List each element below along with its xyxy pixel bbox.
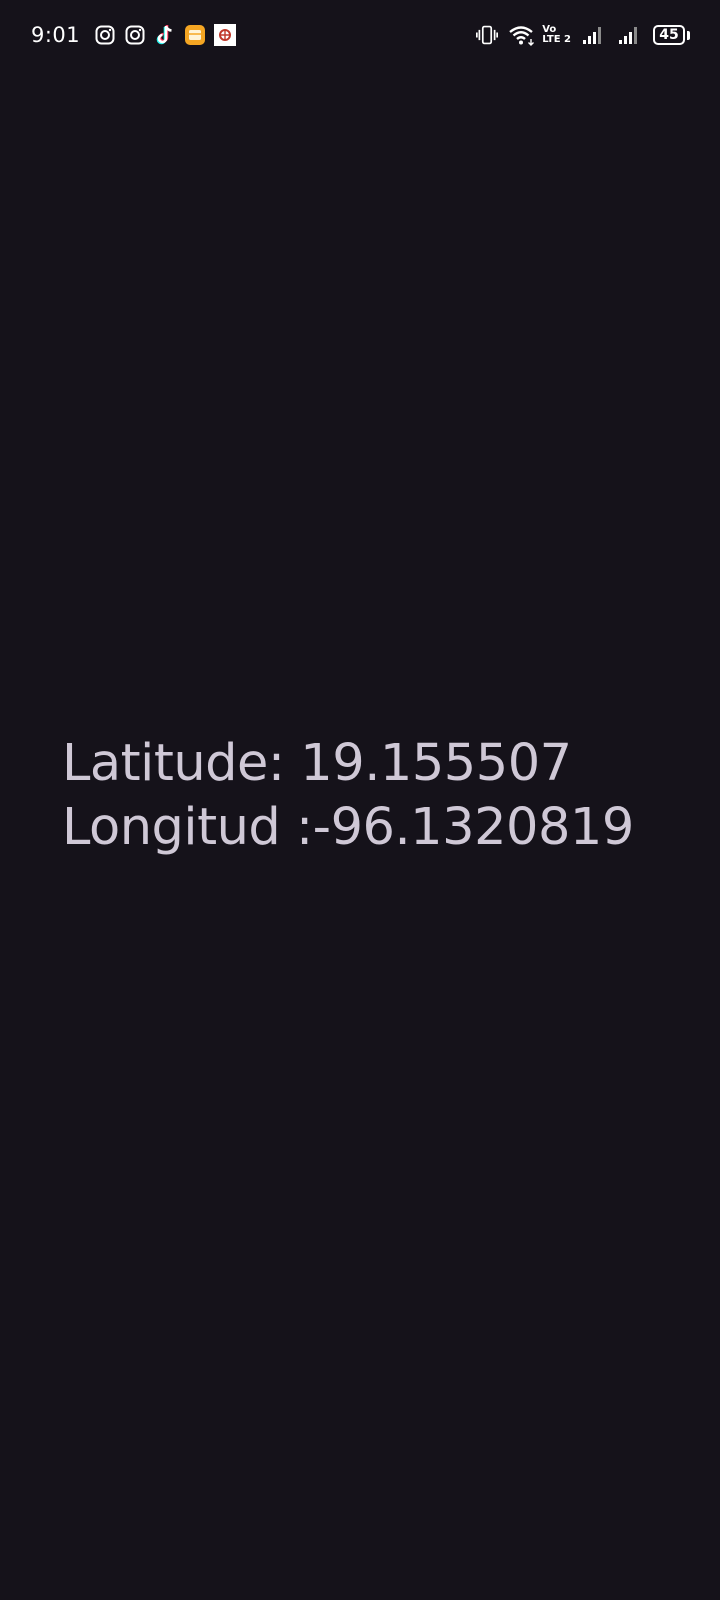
battery-level: 45 xyxy=(653,25,685,45)
location-readout: Latitude: 19.155507 Longitud :-96.132081… xyxy=(62,732,634,860)
vibrate-icon xyxy=(476,24,499,46)
wifi-icon xyxy=(508,24,536,46)
battery-indicator: 45 xyxy=(653,25,690,45)
signal-icon xyxy=(617,24,643,46)
instagram-icon xyxy=(124,24,146,46)
battery-tip xyxy=(687,30,690,40)
volte-indicator: Vo LTE 2 xyxy=(542,24,571,45)
status-bar-left: 9:01 xyxy=(31,20,237,50)
tiktok-icon xyxy=(154,24,176,46)
mail-app-icon xyxy=(184,24,206,46)
app-icon xyxy=(214,24,237,46)
signal-icon xyxy=(581,24,607,46)
status-time: 9:01 xyxy=(31,23,81,47)
status-bar: 9:01 Vo LTE 2 45 xyxy=(0,0,720,70)
status-bar-right: Vo LTE 2 45 xyxy=(476,18,690,52)
instagram-icon xyxy=(94,24,116,46)
latitude-text: Latitude: 19.155507 xyxy=(62,734,572,793)
app-screen: 9:01 Vo LTE 2 45 Latitude: 19.155507 Lon… xyxy=(0,0,720,1600)
longitude-text: Longitud :-96.1320819 xyxy=(62,798,634,857)
